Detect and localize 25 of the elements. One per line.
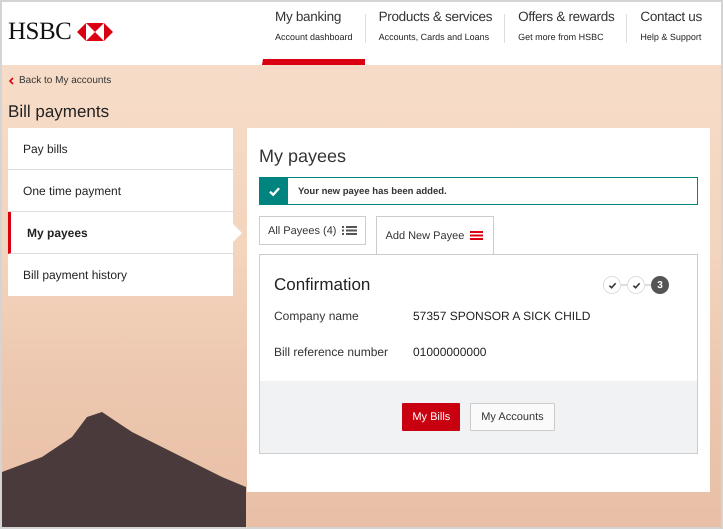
back-link[interactable]: Back to My accounts: [8, 75, 112, 86]
list-icon: [470, 230, 486, 241]
check-icon: [268, 184, 280, 198]
field-value: 57357 SPONSOR A SICK CHILD: [413, 309, 592, 323]
tab[interactable]: Add New Payee: [376, 216, 494, 254]
hexagon-logo-icon: [77, 22, 114, 40]
action-button[interactable]: My Accounts: [470, 403, 555, 431]
check-icon: [632, 280, 640, 290]
check-icon: [608, 280, 616, 290]
field-label: Company name: [274, 309, 360, 323]
alert-text: Your new payee has been added.: [298, 186, 447, 196]
panel-title: My payees: [259, 146, 348, 167]
sidebar-item[interactable]: Pay bills: [8, 128, 233, 170]
page-title: Bill payments: [8, 102, 110, 122]
sidebar-item[interactable]: One time payment: [8, 170, 233, 212]
card-title: Confirmation: [274, 275, 370, 295]
logo-text: HSBC: [8, 18, 72, 46]
tab[interactable]: All Payees (4): [259, 216, 366, 245]
step-current: 3: [651, 276, 669, 294]
sidebar-item[interactable]: Bill payment history: [8, 254, 233, 296]
field-label: Bill reference number: [274, 345, 390, 359]
chevron-left-icon: [8, 76, 14, 84]
action-button[interactable]: My Bills: [402, 403, 460, 431]
list-icon: [342, 225, 358, 236]
field-value: 01000000000: [413, 345, 488, 359]
